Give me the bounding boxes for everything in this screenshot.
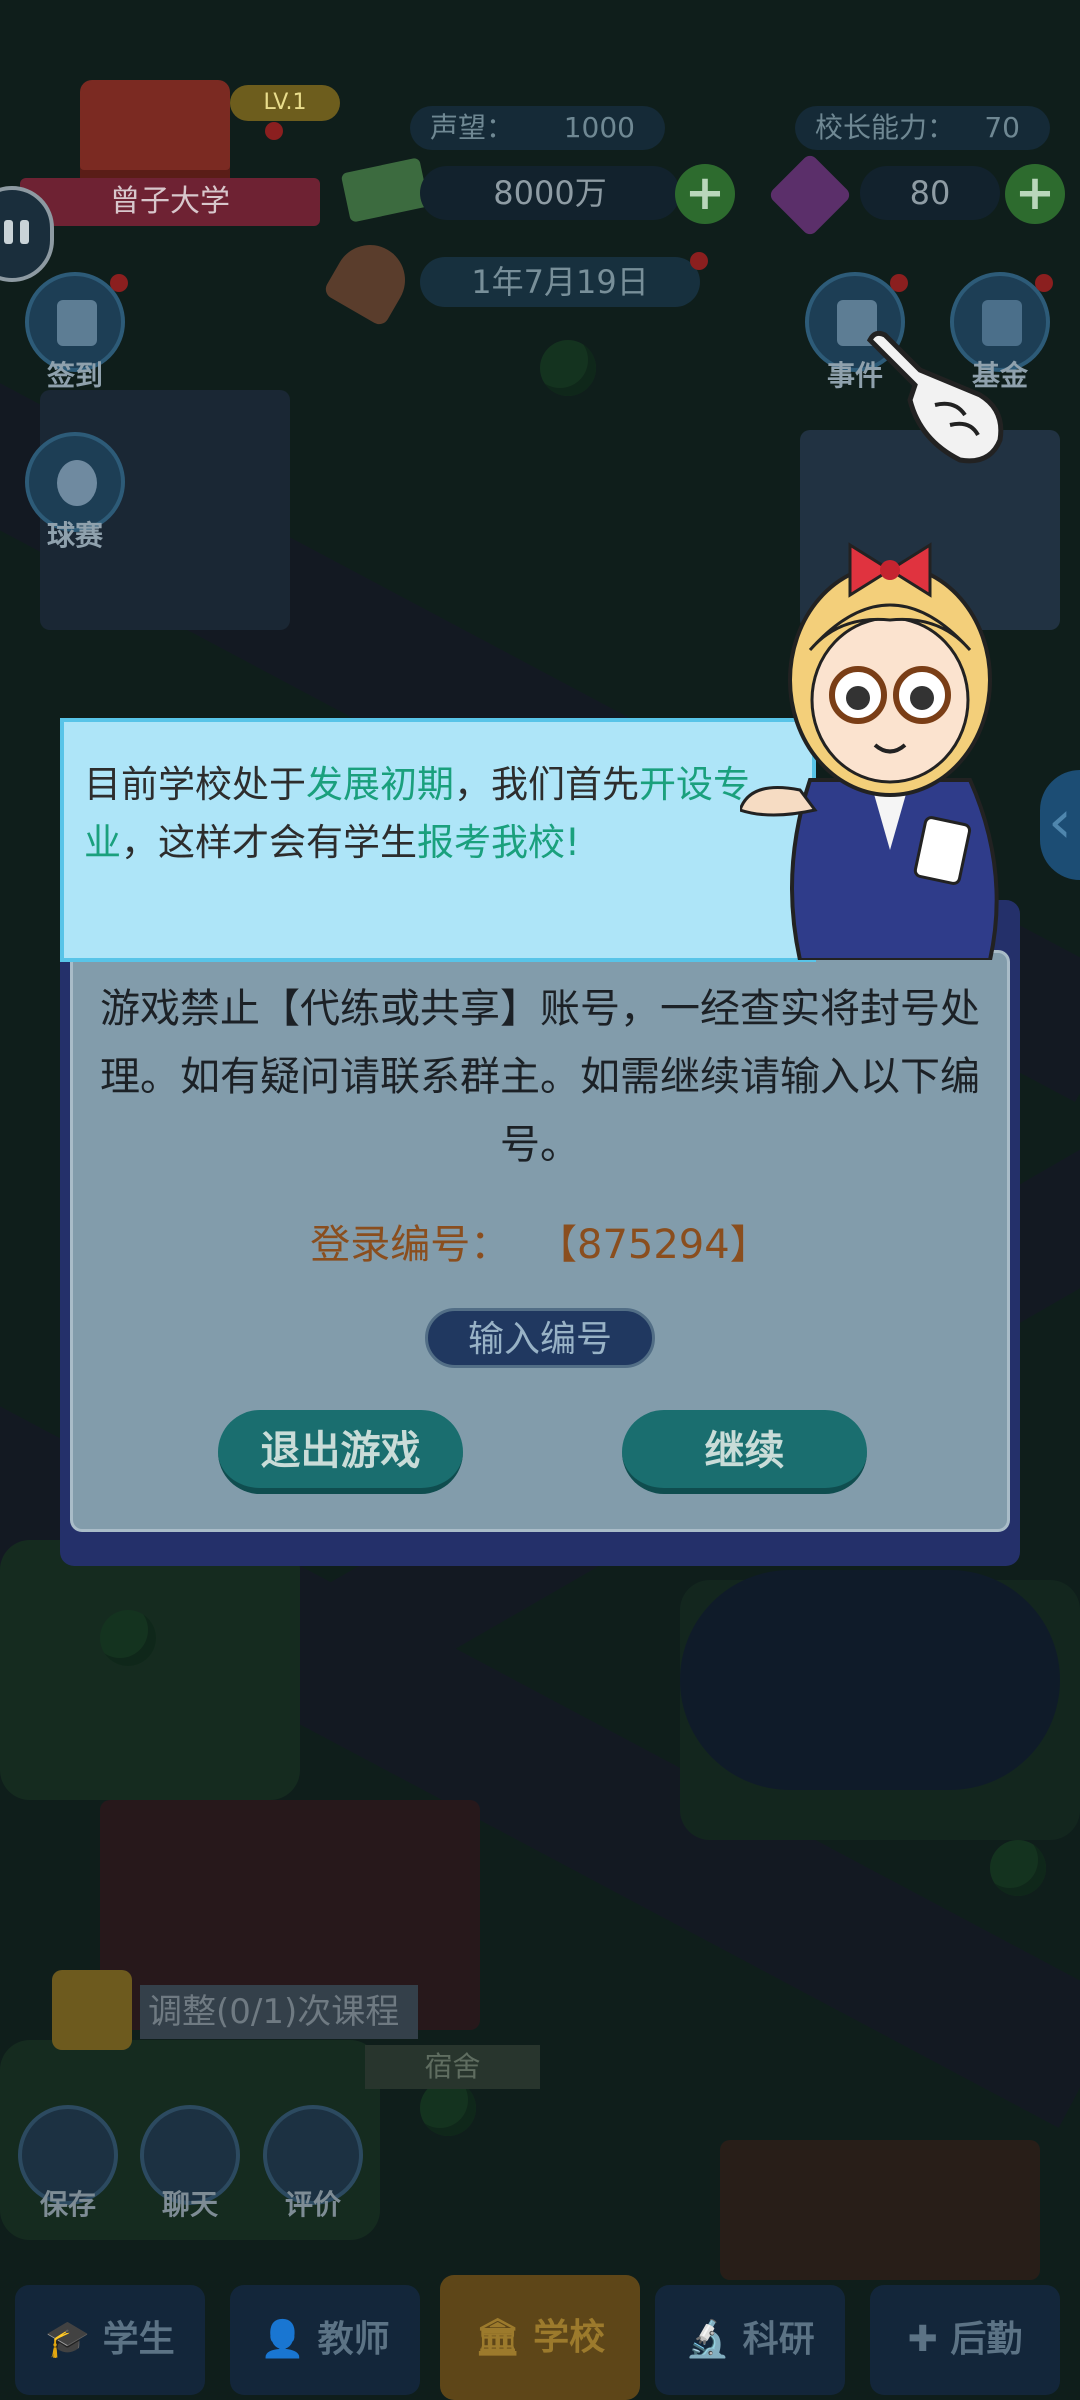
continue-button[interactable]: 继续 [622, 1410, 867, 1494]
login-code-label: 登录编号： [310, 1222, 511, 1268]
nav-teachers[interactable]: 👤 教师 [230, 2285, 420, 2395]
tip-highlight: 发展初期 [306, 763, 454, 806]
save-button[interactable]: 保存 [18, 2105, 118, 2223]
principal-ability-value: 70 [984, 111, 1020, 144]
tip-text: ，我们首先 [454, 763, 639, 806]
tip-text: 目前学校处于 [84, 763, 306, 806]
nav-school[interactable]: 🏛 学校 [440, 2275, 640, 2400]
notification-dot [690, 252, 708, 270]
tip-highlight: 报考我校! [417, 821, 580, 864]
reputation-value: 1000 [563, 111, 635, 144]
chat-button[interactable]: 聊天 [140, 2105, 240, 2223]
soccer-ball-icon [57, 460, 97, 506]
reputation-stat: 声望： 1000 [410, 106, 665, 150]
review-button[interactable]: 评价 [263, 2105, 363, 2223]
add-money-button[interactable]: + [675, 164, 735, 224]
guide-character [740, 542, 999, 960]
enter-code-button[interactable]: 输入编号 [425, 1308, 655, 1368]
exit-game-button[interactable]: 退出游戏 [218, 1410, 463, 1494]
medical-kit-icon: ✚ [907, 2319, 938, 2360]
login-code: 登录编号： 【875294】 [80, 1212, 1000, 1270]
review-label: 评价 [284, 2188, 341, 2221]
nav-students-label: 学生 [102, 2319, 175, 2360]
principal-ability-stat: 校长能力： 70 [795, 106, 1050, 150]
checklist-icon [57, 300, 97, 346]
pointing-hand-icon [866, 330, 1004, 464]
tip-text: ，这样才会有学生 [121, 821, 417, 864]
nav-school-label: 学校 [533, 2317, 606, 2358]
dialog-message: 游戏禁止【代练或共享】账号，一经查实将封号处理。如有疑问请联系群主。如需继续请输… [100, 986, 980, 1168]
tutorial-tip[interactable]: 目前学校处于发展初期，我们首先开设专业，这样才会有学生报考我校! [60, 718, 816, 962]
school-name[interactable]: 曾子大学 [20, 178, 320, 226]
add-gems-button[interactable]: + [1005, 164, 1065, 224]
save-label: 保存 [39, 2188, 96, 2221]
nav-students[interactable]: 🎓 学生 [15, 2285, 205, 2395]
chat-label: 聊天 [161, 2188, 218, 2221]
graduation-cap-icon: 🎓 [45, 2319, 91, 2360]
game-date: 1年7月19日 [420, 257, 700, 307]
reputation-label: 声望： [430, 111, 515, 144]
checkin-label: 签到 [46, 359, 103, 392]
task-label[interactable]: 调整(0/1)次课程 [140, 1985, 418, 2039]
gem-value: 80 [860, 166, 1000, 220]
nav-teachers-label: 教师 [317, 2319, 390, 2360]
nav-logistics[interactable]: ✚ 后勤 [870, 2285, 1060, 2395]
money-value: 8000万 [420, 166, 680, 220]
microscope-icon: 🔬 [685, 2319, 731, 2360]
nav-logistics-label: 后勤 [950, 2319, 1023, 2360]
notification-dot [265, 122, 283, 140]
school-building-icon [80, 80, 230, 190]
match-label: 球赛 [46, 519, 103, 552]
match-button[interactable]: 球赛 [25, 432, 125, 554]
nav-research[interactable]: 🔬 科研 [655, 2285, 845, 2395]
checkin-button[interactable]: 签到 [25, 272, 128, 394]
nav-research-label: 科研 [742, 2319, 815, 2360]
person-icon: 👤 [260, 2319, 306, 2360]
bottom-nav: 🎓 学生 👤 教师 🏛 学校 🔬 科研 ✚ 后勤 [0, 2275, 1080, 2400]
principal-ability-label: 校长能力： [815, 111, 956, 144]
dormitory-label[interactable]: 宿舍 [365, 2045, 540, 2089]
school-level: LV.1 [230, 85, 340, 121]
building-icon: 🏛 [474, 2317, 521, 2358]
task-flag-icon[interactable] [52, 1970, 132, 2050]
login-code-value: 【875294】 [537, 1222, 770, 1268]
